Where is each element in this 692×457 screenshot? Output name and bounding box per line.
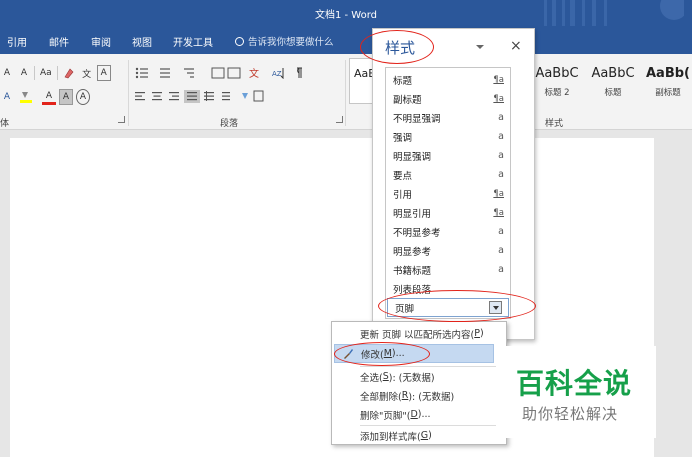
gallery-style-title[interactable]: AaBbC 标题 <box>586 62 640 108</box>
ribbon-tab-strip: 引用 邮件 审阅 视图 开发工具 告诉我你想要做什么 <box>0 26 692 54</box>
style-item[interactable]: 明显强调 a <box>386 146 510 165</box>
style-item-footer[interactable]: 页脚 <box>387 298 509 317</box>
titlebar-decoration <box>544 0 684 26</box>
font-color-button[interactable]: A <box>42 89 56 105</box>
style-item[interactable]: 要点 a <box>386 165 510 184</box>
font-group-label: 体 <box>0 119 10 129</box>
enclosed-char-button[interactable]: A <box>76 89 90 105</box>
chinese-layout-button[interactable]: 文 <box>247 65 267 81</box>
style-item[interactable]: 列表段落 <box>386 279 510 298</box>
format-brush-icon <box>344 349 353 359</box>
char-shading-button[interactable]: A <box>59 89 73 105</box>
list-buttons[interactable] <box>134 66 244 80</box>
clear-format-icon[interactable] <box>61 65 77 81</box>
style-item[interactable]: 不明显参考 a <box>386 222 510 241</box>
change-case-button[interactable]: Aa <box>38 65 54 81</box>
tab-references[interactable]: 引用 <box>7 34 27 49</box>
tab-developer[interactable]: 开发工具 <box>173 34 213 49</box>
menu-add-to-gallery[interactable]: 添加到样式库(G) <box>332 426 506 445</box>
char-border-button[interactable]: A <box>96 65 111 81</box>
menu-delete-style[interactable]: 删除"页脚"(D)... <box>332 405 506 424</box>
style-item[interactable]: 不明显强调 a <box>386 108 510 127</box>
paragraph-row-2 <box>134 88 264 106</box>
watermark-title: 百科全说 <box>516 367 633 400</box>
dropdown-arrow-icon[interactable] <box>489 301 502 314</box>
svg-text:AZ: AZ <box>272 70 282 78</box>
text-effects-button[interactable]: A <box>0 89 14 105</box>
phonetic-guide-button[interactable]: 文 <box>80 65 94 81</box>
watermark-subtitle: 助你轻松解决 <box>522 405 619 423</box>
grow-font-button[interactable]: A <box>0 65 14 81</box>
tab-review[interactable]: 审阅 <box>91 34 111 49</box>
close-icon[interactable]: × <box>510 38 522 54</box>
styles-list: 标题 ¶a 副标题 ¶a 不明显强调 a 强调 a 明显强调 a 要点 a 引用 ¶a 明显引… <box>385 67 511 319</box>
show-marks-button[interactable] <box>291 65 305 81</box>
menu-select-all[interactable]: 全选(S): (无数据) <box>332 367 506 386</box>
dialog-launcher-icon[interactable] <box>118 116 125 123</box>
style-item[interactable]: 标题 ¶a <box>386 70 510 89</box>
paragraph-group-label: 段落 <box>220 119 239 129</box>
font-row-1: A A Aa 文 A <box>0 64 111 82</box>
style-context-menu: 更新 页脚 以匹配所选内容(P) 修改(M)... 全选(S): (无数据) 全… <box>331 321 507 445</box>
align-buttons[interactable] <box>134 90 264 104</box>
gallery-style-subtitle[interactable]: AaBb( 副标题 <box>642 62 692 108</box>
tell-me-placeholder: 告诉我你想要做什么 <box>248 37 334 48</box>
paragraph-row-1: 文 AZ <box>134 64 305 82</box>
tell-me-box[interactable]: 告诉我你想要做什么 <box>235 34 334 48</box>
style-item[interactable]: 明显参考 a <box>386 241 510 260</box>
style-item[interactable]: 明显引用 ¶a <box>386 203 510 222</box>
tab-mailings[interactable]: 邮件 <box>49 34 69 49</box>
shrink-font-button[interactable]: A <box>17 65 31 81</box>
styles-pane: 样式 × 标题 ¶a 副标题 ¶a 不明显强调 a 强调 a 明显强调 a 要点 a 引用 ¶… <box>372 28 535 340</box>
highlight-color-button[interactable] <box>17 89 39 105</box>
menu-modify[interactable]: 修改(M)... <box>334 344 494 363</box>
style-item[interactable]: 引用 ¶a <box>386 184 510 203</box>
watermark: 百科全说 助你轻松解决 <box>496 346 656 438</box>
style-item[interactable]: 强调 a <box>386 127 510 146</box>
menu-update-to-match[interactable]: 更新 页脚 以匹配所选内容(P) <box>332 324 506 343</box>
gallery-style-heading2[interactable]: AaBbC 标题 2 <box>530 62 584 108</box>
svg-text:文: 文 <box>249 67 259 79</box>
styles-group-label: 样式 <box>545 119 564 129</box>
pane-options-arrow-icon[interactable] <box>476 45 484 49</box>
dialog-launcher-icon[interactable] <box>336 116 343 123</box>
styles-pane-title: 样式 <box>385 39 416 57</box>
sort-button[interactable]: AZ <box>270 65 288 81</box>
title-bar: 文档1 - Word <box>0 0 692 26</box>
ribbon: A A Aa 文 A A A A A 体 文 AZ 段落 AaBbC 标题 2 … <box>0 54 692 130</box>
font-row-2: A A A A <box>0 88 90 106</box>
style-item[interactable]: 副标题 ¶a <box>386 89 510 108</box>
tab-view[interactable]: 视图 <box>132 34 152 49</box>
search-icon <box>235 37 244 46</box>
style-item[interactable]: 书籍标题 a <box>386 260 510 279</box>
menu-delete-all[interactable]: 全部删除(R): (无数据) <box>332 386 506 405</box>
